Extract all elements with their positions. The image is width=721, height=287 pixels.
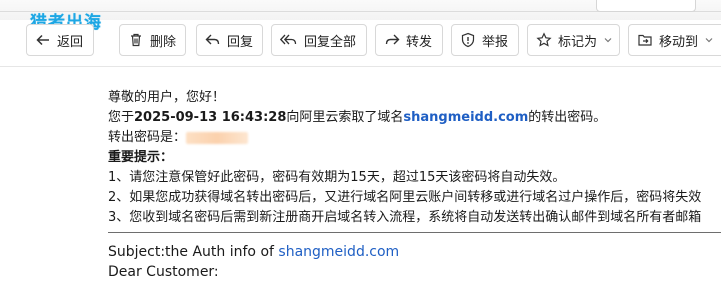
forward-button[interactable]: 转发 [375, 24, 443, 56]
reply-label: 回复 [227, 34, 254, 50]
notice-title: 重要提示： [108, 150, 174, 165]
email-body: 尊敬的用户，您好！ 您于2025-09-13 16:43:28向阿里云索取了域名… [108, 88, 721, 228]
subject-prefix: Subject:the Auth info of [108, 244, 279, 260]
subject-line: Subject:the Auth info of shangmeidd.com [108, 242, 399, 262]
toolbar-separator [0, 66, 721, 67]
reply-button[interactable]: 回复 [196, 24, 263, 56]
domain-link[interactable]: shangmeidd.com [403, 110, 528, 125]
report-button[interactable]: 举报 [451, 24, 519, 56]
reply-all-label: 回复全部 [304, 34, 357, 50]
forward-label: 转发 [406, 34, 433, 50]
header-tab-edge[interactable] [596, 0, 696, 12]
reply-all-button[interactable]: 回复全部 [271, 24, 367, 56]
chevron-down-icon [604, 38, 612, 43]
dear-customer: Dear Customer: [108, 264, 219, 280]
delete-button[interactable]: 删除 [119, 24, 186, 56]
subject-domain-link[interactable]: shangmeidd.com [278, 244, 399, 260]
notice-item-1: 1、请您注意保管好此密码，密码有效期为15天，超过15天该密码将自动失效。 [108, 170, 566, 185]
auth-code-line: 转出密码是： [108, 128, 721, 148]
report-label: 举报 [482, 34, 509, 50]
delete-label: 删除 [150, 34, 177, 50]
forward-icon [385, 34, 400, 45]
back-button[interactable]: 返回 [26, 24, 94, 56]
notice-item-2: 2、如果您成功获得域名转出密码后，又进行域名阿里云账户间转移或进行域名过户操作后… [108, 190, 702, 205]
redacted-auth-code [186, 131, 249, 144]
notice-item-3: 3、您收到域名密码后需到新注册商开启域名转入流程，系统将自动发送转出确认邮件到域… [108, 210, 702, 225]
reply-all-icon [280, 34, 297, 45]
request-middle: 向阿里云索取了域名 [286, 110, 404, 125]
arrow-left-icon [36, 34, 49, 46]
mail-toolbar: 返回 删除 回复 回复全部 转发 举报 标记为 移动到 [0, 24, 721, 62]
back-label: 返回 [57, 34, 84, 50]
move-to-folder-icon [638, 34, 652, 46]
shield-alert-icon [461, 32, 475, 48]
move-to-label: 移动到 [659, 34, 699, 50]
request-line: 您于2025-09-13 16:43:28向阿里云索取了域名shangmeidd… [108, 108, 721, 128]
request-datetime: 2025-09-13 16:43:28 [134, 110, 287, 125]
greeting: 尊敬的用户，您好！ [108, 90, 226, 105]
body-divider [108, 232, 721, 233]
trash-icon [131, 33, 141, 47]
english-section: Subject:the Auth info of shangmeidd.com … [108, 242, 399, 282]
move-to-dropdown[interactable]: 移动到 [628, 24, 721, 56]
mark-as-label: 标记为 [558, 34, 598, 50]
request-prefix: 您于 [108, 110, 135, 125]
auth-code-label: 转出密码是： [108, 130, 187, 145]
star-icon [536, 32, 552, 47]
reply-icon [205, 34, 220, 45]
mark-as-dropdown[interactable]: 标记为 [527, 24, 620, 56]
chevron-down-icon [705, 38, 713, 43]
request-suffix: 的转出密码。 [528, 110, 607, 125]
